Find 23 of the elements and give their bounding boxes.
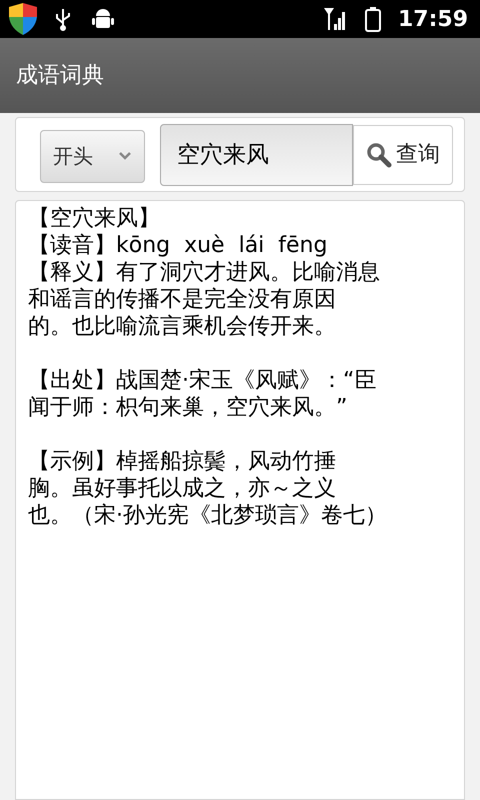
signal-icon bbox=[324, 6, 348, 32]
dropdown-value: 开头 bbox=[53, 143, 93, 170]
shield-icon bbox=[8, 2, 38, 36]
definition-line: 闻于师：枳句来巢，空穴来风。” bbox=[28, 394, 348, 421]
search-button[interactable]: 查询 bbox=[353, 124, 453, 184]
definition-line: 【示例】棹摇船掠鬓，风动竹捶 bbox=[28, 448, 336, 475]
definition-line: 【出处】战国楚·宋玉《风赋》：“臣 bbox=[28, 367, 376, 394]
definition-line: 【读音】kōng xuè lái fēng bbox=[28, 232, 328, 259]
window-title: 成语词典 bbox=[16, 62, 104, 90]
definition-line: 的。也比喻流言乘机会传开来。 bbox=[28, 313, 336, 340]
android-icon bbox=[92, 7, 114, 31]
definition-line: 【空穴来风】 bbox=[28, 205, 160, 232]
clock: 17:59 bbox=[398, 6, 468, 34]
search-field[interactable]: 空穴来风 bbox=[160, 124, 353, 186]
mode-dropdown[interactable]: 开头 bbox=[40, 130, 145, 182]
definition-line: 【释义】有了洞穴才进风。比喻消息 bbox=[28, 259, 380, 286]
definition-line: 和谣言的传播不是完全没有原因 bbox=[28, 286, 336, 313]
search-icon bbox=[366, 142, 392, 168]
battery-icon bbox=[364, 6, 382, 32]
definition-line: 胸。虽好事托以成之，亦～之义 bbox=[28, 475, 336, 502]
definition-line: 也。（宋·孙光宪《北梦琐言》卷七） bbox=[28, 502, 387, 529]
usb-icon bbox=[54, 7, 72, 31]
chevron-down-icon bbox=[118, 151, 132, 161]
